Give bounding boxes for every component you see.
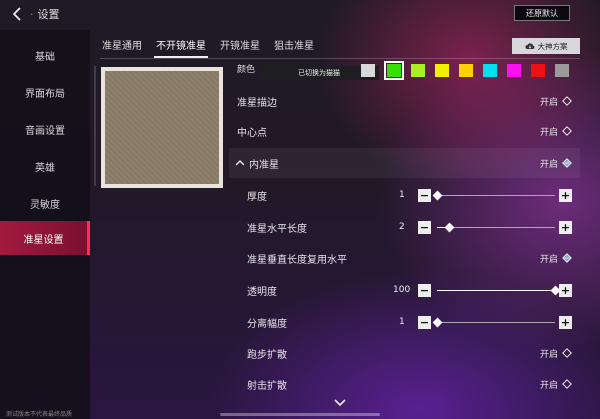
toggle-state: 开启 <box>539 127 558 138</box>
toggle-state: 开启 <box>539 159 558 170</box>
toggle-state: 开启 <box>539 254 558 265</box>
slider-value: 2 <box>399 222 405 232</box>
slider-value: 1 <box>399 190 405 200</box>
toggle-diamond-icon[interactable] <box>562 126 572 136</box>
slider-fill <box>437 289 555 291</box>
tab-hipfire-crosshair[interactable]: 不开镜准星 <box>154 36 208 58</box>
home-indicator <box>220 413 380 416</box>
row-label: 分离幅度 <box>247 318 287 330</box>
increment-button[interactable]: + <box>559 315 572 329</box>
row-thickness: 厚度 1 − + <box>229 180 580 210</box>
tab-sniper-crosshair[interactable]: 狙击准星 <box>272 36 316 58</box>
color-swatch-8[interactable] <box>531 64 545 77</box>
toggle-diamond-icon[interactable] <box>562 379 572 389</box>
toggle-diamond-filled-icon[interactable] <box>562 253 572 263</box>
color-swatch-5[interactable] <box>459 64 473 77</box>
toggle-state: 开启 <box>539 349 558 360</box>
separator: · <box>30 7 34 21</box>
decrement-button[interactable]: − <box>418 315 431 329</box>
row-label: 厚度 <box>247 191 267 203</box>
color-row: 颜色 已切换为猫猫 <box>229 60 580 82</box>
chevron-left-icon <box>12 7 21 21</box>
decrement-button[interactable]: − <box>418 220 431 234</box>
chevron-down-icon[interactable] <box>333 398 347 408</box>
row-center-dot: 中心点 开启 <box>229 116 580 146</box>
back-button[interactable]: · 设置 <box>10 4 90 24</box>
row-inner-crosshair[interactable]: 内准星 开启 <box>229 148 580 178</box>
thickness-slider[interactable] <box>432 190 555 200</box>
row-vertical-reuse: 准星垂直长度复用水平 开启 <box>229 243 580 273</box>
row-opacity: 透明度 100 − + <box>229 275 580 305</box>
color-swatch-7[interactable] <box>507 64 521 77</box>
row-label: 中心点 <box>237 127 267 139</box>
row-label: 射击扩散 <box>247 380 287 392</box>
tab-crosshair-general[interactable]: 准星通用 <box>100 36 144 58</box>
color-swatch-4[interactable] <box>435 64 449 77</box>
sidebar-item-basic[interactable]: 基础 <box>0 38 90 72</box>
toggle-state: 开启 <box>539 97 558 108</box>
color-swatch-1[interactable] <box>361 64 375 77</box>
sidebar-item-audio-video[interactable]: 音画设置 <box>0 112 90 146</box>
row-label: 跑步扩散 <box>247 349 287 361</box>
color-swatch-9[interactable] <box>555 64 569 77</box>
preview-texture <box>105 71 219 184</box>
expert-plan-label: 大神方案 <box>537 41 568 51</box>
opacity-slider[interactable] <box>437 285 561 295</box>
horizontal-length-slider[interactable] <box>437 222 555 232</box>
row-horizontal-length: 准星水平长度 2 − + <box>229 212 580 242</box>
slider-thumb[interactable] <box>444 222 455 232</box>
expert-plan-button[interactable]: 大神方案 <box>512 38 580 54</box>
cloud-download-icon <box>525 43 534 49</box>
sidebar-item-hero[interactable]: 英雄 <box>0 149 90 183</box>
sidebar-item-sensitivity[interactable]: 灵敏度 <box>0 186 90 220</box>
color-swatch-6[interactable] <box>483 64 497 77</box>
toggle-diamond-filled-icon[interactable] <box>562 158 572 168</box>
color-swatch-2[interactable] <box>384 61 404 80</box>
decrement-button[interactable]: − <box>418 188 431 202</box>
increment-button[interactable]: + <box>559 188 572 202</box>
row-label: 准星水平长度 <box>247 223 307 235</box>
sidebar: 基础 界面布局 音画设置 英雄 灵敏度 准星设置 <box>0 30 90 419</box>
tab-scoped-crosshair[interactable]: 开镜准星 <box>218 36 262 58</box>
row-run-spread: 跑步扩散 开启 <box>229 338 580 368</box>
tab-divider <box>100 58 580 59</box>
separation-slider[interactable] <box>432 317 555 327</box>
decrement-button[interactable]: − <box>418 283 431 297</box>
toggle-state: 开启 <box>539 380 558 391</box>
row-crosshair-outline: 准星描边 开启 <box>229 86 580 116</box>
row-label: 透明度 <box>247 286 277 298</box>
tab-bar: 准星通用 不开镜准星 开镜准星 狙击准星 <box>100 36 326 58</box>
color-label: 颜色 <box>237 65 256 75</box>
sidebar-item-crosshair[interactable]: 准星设置 <box>0 221 90 255</box>
reset-default-button[interactable]: 还原默认 <box>514 5 570 21</box>
row-label: 准星垂直长度复用水平 <box>247 254 347 266</box>
row-separation: 分离幅度 1 − + <box>229 307 580 337</box>
chevron-up-icon[interactable] <box>235 159 245 167</box>
slider-thumb[interactable] <box>432 190 443 200</box>
page-title: 设置 <box>37 8 60 21</box>
increment-button[interactable]: + <box>559 283 572 297</box>
top-bar: · 设置 还原默认 <box>0 0 600 28</box>
version-note: 测试版本不代表最终品质 <box>6 411 73 418</box>
row-fire-spread: 射击扩散 开启 <box>229 369 580 399</box>
row-label: 准星描边 <box>237 97 277 109</box>
slider-value: 1 <box>399 317 405 327</box>
toggle-diamond-icon[interactable] <box>562 348 572 358</box>
slider-thumb[interactable] <box>432 317 443 327</box>
increment-button[interactable]: + <box>559 220 572 234</box>
preview-scrollbar <box>94 66 96 186</box>
sidebar-item-layout[interactable]: 界面布局 <box>0 75 90 109</box>
crosshair-preview <box>101 67 223 188</box>
toggle-diamond-icon[interactable] <box>562 96 572 106</box>
row-label: 内准星 <box>249 159 279 171</box>
slider-value: 100 <box>393 285 411 295</box>
color-swatch-3[interactable] <box>411 64 425 77</box>
